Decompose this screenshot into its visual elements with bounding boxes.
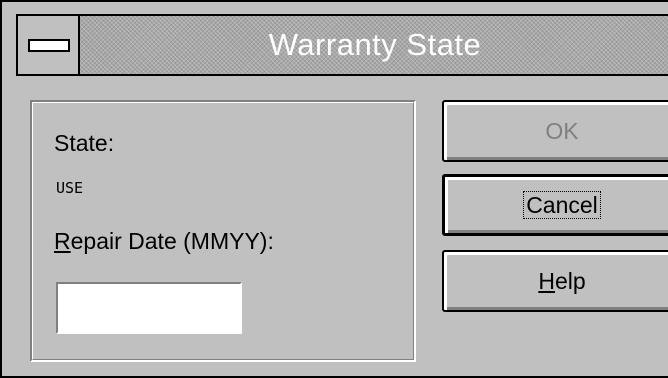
help-button[interactable]: Help	[442, 250, 668, 312]
cancel-button[interactable]: Cancel	[442, 174, 668, 236]
repair-date-label-accelerator: R	[54, 228, 71, 254]
system-menu-button[interactable]	[18, 16, 80, 74]
window-title: Warranty State	[268, 27, 482, 62]
cancel-button-label: Cancel	[523, 190, 601, 219]
help-button-label-text: elp	[554, 267, 586, 294]
title-bar[interactable]: Warranty State	[16, 14, 668, 76]
help-button-accelerator: H	[538, 267, 555, 294]
ok-button[interactable]: OK	[442, 100, 668, 162]
repair-date-label: Repair Date (MMYY):	[54, 228, 274, 255]
state-label: State:	[54, 130, 115, 156]
state-value: USE	[56, 179, 84, 197]
warranty-state-dialog: Warranty State State: USE Repair Date (M…	[0, 0, 668, 378]
system-menu-icon	[28, 39, 70, 52]
repair-date-label-text: epair Date (MMYY):	[70, 228, 274, 254]
repair-date-input[interactable]	[56, 282, 242, 334]
